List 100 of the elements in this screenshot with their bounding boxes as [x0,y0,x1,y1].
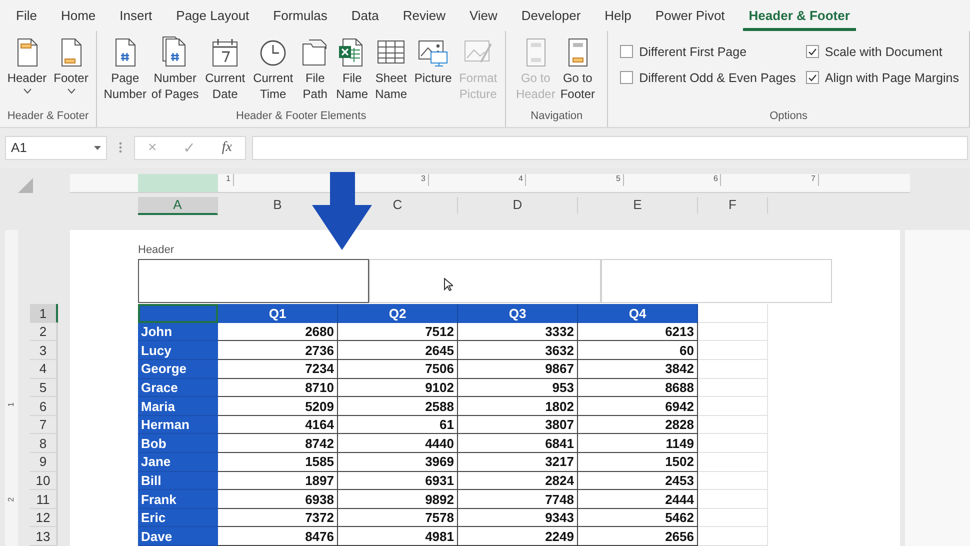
table-cell: 5209 [218,397,338,416]
table-cell: 5462 [578,508,698,528]
row-header[interactable]: 1 [30,304,58,323]
column-header[interactable]: F [728,197,736,212]
name-cell: Eric [138,508,218,528]
row-header[interactable]: 11 [30,490,58,509]
row-header[interactable]: 12 [30,508,58,528]
row-header[interactable]: 5 [30,378,58,398]
table-cell: 2828 [578,416,698,434]
table-cell: 2444 [578,490,698,509]
checkbox[interactable] [806,71,819,84]
ribbon-button[interactable]: Footer [51,34,91,107]
table-cell: 1897 [218,472,338,490]
menu-tab[interactable]: Home [54,0,102,31]
table-cell: 2680 [218,322,338,342]
name-cell: Frank [138,490,218,509]
name-box[interactable]: A1 [5,136,107,160]
table-cell: 7234 [218,360,338,379]
select-all-icon[interactable] [18,178,33,193]
selected-cell[interactable] [138,304,218,323]
row-header[interactable]: 2 [30,322,58,342]
table-cell: 2588 [338,397,458,416]
ribbon-button[interactable]: Sheet Name [372,34,410,107]
menu-tab[interactable]: Data [345,0,385,31]
row-header[interactable]: 3 [30,341,58,360]
row-header[interactable]: 9 [30,453,58,472]
ribbon-button[interactable]: Current Date [202,34,248,107]
mouse-cursor-icon [444,278,453,291]
formula-input[interactable] [252,136,968,160]
table-cell: 3842 [578,360,698,379]
menu-tab[interactable]: Review [396,0,452,31]
checkbox[interactable] [620,71,634,84]
name-cell: George [138,360,218,379]
insert-function-button[interactable]: fx [222,140,232,156]
group-label: Header & Footer [7,108,89,124]
table-cell: 1149 [578,434,698,454]
table-cell: 2824 [458,472,578,490]
row-header[interactable]: 7 [30,416,58,434]
group-label: Navigation [530,108,583,124]
table-cell: 3969 [338,453,458,472]
row-header[interactable]: 13 [30,527,58,546]
table-cell: 61 [338,416,458,434]
caret-icon [94,146,101,150]
menu-tab[interactable]: File [10,0,43,31]
table-cell: 4981 [338,527,458,546]
vertical-ruler: 1 2 [5,230,18,546]
column-header[interactable]: B [273,197,282,212]
table-cell: 2736 [218,341,338,360]
table-cell: 60 [578,341,698,360]
ribbon-button[interactable]: Go to Footer [558,34,598,107]
menu-tab[interactable]: Developer [515,0,587,31]
table-cell: 9343 [458,508,578,528]
table-cell: 8688 [578,378,698,398]
menu-tab[interactable]: Power Pivot [649,0,731,31]
table-cell: 4164 [218,416,338,434]
ribbon-button[interactable]: Number of Pages [150,34,200,107]
ribbon-button[interactable]: Picture [412,34,454,107]
menu-tab[interactable]: View [463,0,504,31]
menu-tab[interactable]: Page Layout [170,0,256,31]
row-header[interactable]: 10 [30,472,58,490]
name-cell: Maria [138,397,218,416]
table-cell: 3632 [458,341,578,360]
name-cell: Lucy [138,341,218,360]
column-header[interactable]: D [512,197,522,212]
row-header[interactable]: 4 [30,360,58,379]
table-cell: 6931 [338,472,458,490]
ribbon-button[interactable]: File Path [298,34,332,107]
table-cell: 9892 [338,490,458,509]
checkbox[interactable] [620,45,634,58]
ribbon-button[interactable]: Current Time [250,34,296,107]
ribbon-button[interactable]: Page Number [102,34,148,107]
table-cell: 1502 [578,453,698,472]
ribbon-button[interactable]: File Name [334,34,370,107]
menu-tab[interactable]: Help [598,0,638,31]
name-cell: Bill [138,472,218,490]
header-cell: Q3 [458,304,578,323]
menu-tab[interactable]: Formulas [267,0,334,31]
table-cell: 6841 [458,434,578,454]
menu-tab[interactable]: Insert [114,0,158,31]
column-header[interactable]: A [138,196,218,215]
checkbox[interactable] [806,45,819,58]
table-cell: 7372 [218,508,338,528]
table-cell: 7512 [338,322,458,342]
table-cell: 3217 [458,453,578,472]
name-cell: John [138,322,218,342]
table-cell: 1802 [458,397,578,416]
name-cell: Dave [138,527,218,546]
header-section-field[interactable] [138,259,370,304]
row-header[interactable]: 6 [30,397,58,416]
table-cell: 3807 [458,416,578,434]
column-header[interactable]: C [392,197,402,212]
header-cell: Q2 [338,304,458,323]
name-cell: Grace [138,378,218,398]
group-label: Options [770,108,808,124]
row-header[interactable]: 8 [30,434,58,454]
table-cell: 4440 [338,434,458,454]
checkbox-label: Different Odd & Even Pages [639,70,796,85]
ribbon-button[interactable]: Header [5,34,49,107]
column-header[interactable]: E [633,197,642,212]
table-cell: 2656 [578,527,698,546]
